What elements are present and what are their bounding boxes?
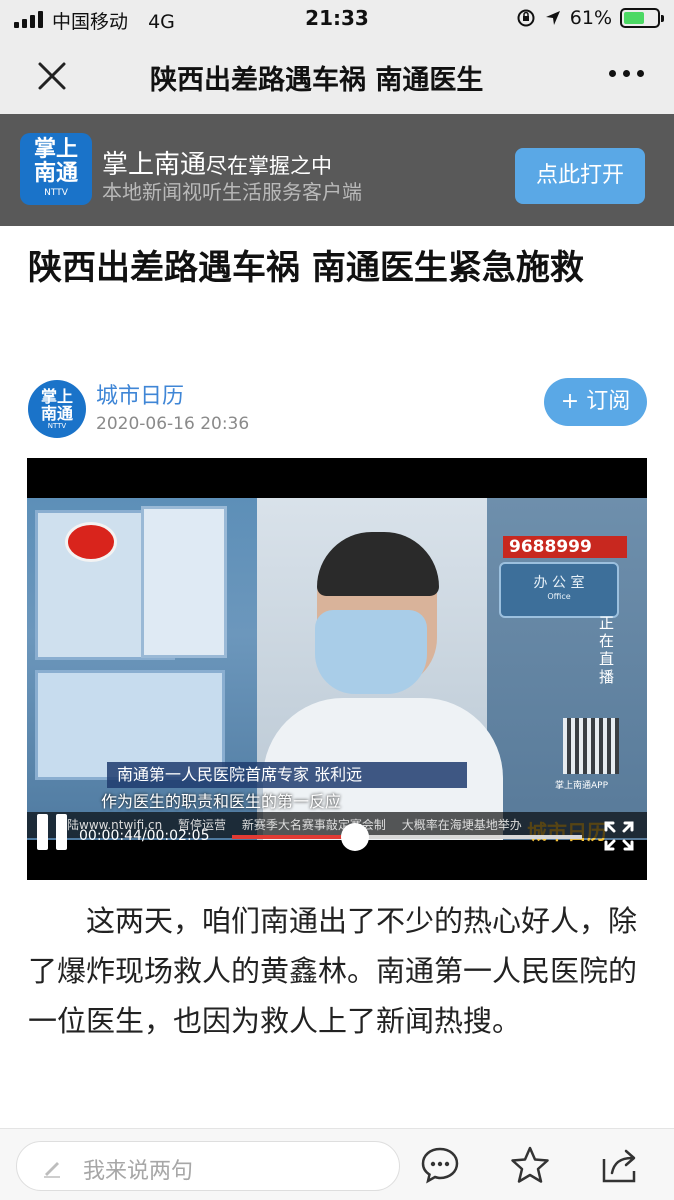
- article-title: 陕西出差路遇车祸 南通医生紧急施救: [28, 248, 584, 288]
- comment-icon[interactable]: [418, 1143, 462, 1187]
- open-app-button[interactable]: 点此打开: [515, 148, 645, 204]
- progress-knob[interactable]: [341, 823, 370, 851]
- more-icon[interactable]: [609, 70, 644, 77]
- battery-percent: 61%: [569, 7, 612, 29]
- nav-bar: 陕西出差路遇车祸 南通医生: [0, 40, 674, 114]
- status-bar: 中国移动 4G 21:33 61%: [0, 0, 674, 40]
- hotline-badge: 9688999: [503, 536, 627, 558]
- qr-code: [563, 718, 619, 774]
- playback-time: 00:00:44/00:02:05: [79, 828, 210, 844]
- avatar-line2: 南通: [40, 404, 73, 423]
- progress-bar[interactable]: [232, 823, 582, 851]
- orientation-lock-icon: [517, 9, 535, 27]
- app-logo-line1: 掌上: [33, 137, 78, 162]
- wall-board: [141, 506, 227, 658]
- face-mask: [315, 610, 427, 694]
- video-controls: 00:00:44/00:02:05: [27, 810, 647, 860]
- fullscreen-icon[interactable]: [603, 820, 635, 852]
- app-slogan: 尽在掌握之中: [206, 154, 333, 178]
- battery-icon: [620, 8, 664, 28]
- nav-title: 陕西出差路遇车祸 南通医生: [150, 65, 484, 96]
- app-logo-mark: NTTV: [44, 188, 68, 198]
- qr-caption: 掌上南通APP: [555, 781, 609, 791]
- author-name[interactable]: 城市日历: [96, 378, 184, 410]
- app-download-banner[interactable]: 掌上 南通 NTTV 掌上南通 尽在掌握之中 本地新闻视听生活服务客户端 点此打开: [0, 114, 674, 226]
- progress-fill: [232, 835, 356, 839]
- speaker-caption: 南通第一人民医院首席专家 张利远: [107, 762, 467, 788]
- app-subtitle: 本地新闻视听生活服务客户端: [102, 180, 362, 204]
- tv-channel-logo: [65, 522, 117, 562]
- status-right: 61%: [516, 7, 664, 29]
- live-label: 正在直播: [599, 614, 615, 686]
- comment-placeholder: 我来说两句: [83, 1159, 194, 1184]
- share-icon[interactable]: [598, 1143, 642, 1187]
- close-icon[interactable]: [30, 54, 74, 98]
- avatar-mark: NTTV: [47, 422, 67, 430]
- office-sign-en: Office: [547, 592, 571, 601]
- video-player[interactable]: 9688999 办 公 室 Office 正在直播 掌上南通APP 城市日历 南…: [27, 458, 647, 880]
- pause-icon[interactable]: [37, 814, 67, 850]
- bottom-toolbar: 我来说两句: [0, 1128, 674, 1200]
- article-body: 这两天，咱们南通出了不少的热心好人，除了爆炸现场救人的黄鑫林。南通第一人民医院的…: [28, 904, 638, 1038]
- location-icon: [545, 11, 560, 25]
- app-logo-line2: 南通: [33, 161, 78, 186]
- app-logo: 掌上 南通 NTTV: [20, 133, 92, 205]
- video-subtitle: 作为医生的职责和医生的第一反应: [101, 792, 342, 811]
- office-sign: 办 公 室 Office: [499, 562, 619, 618]
- comment-input[interactable]: 我来说两句: [16, 1141, 400, 1191]
- star-icon[interactable]: [508, 1143, 552, 1187]
- publish-date: 2020-06-16 20:36: [96, 414, 250, 434]
- subscribe-button[interactable]: + 订阅: [544, 378, 647, 426]
- battery-fill: [624, 12, 644, 24]
- office-sign-text: 办 公 室: [533, 575, 585, 591]
- pen-icon: [44, 1162, 60, 1178]
- author-avatar[interactable]: 掌上 南通 NTTV: [28, 380, 86, 438]
- avatar-line1: 掌上: [40, 387, 73, 406]
